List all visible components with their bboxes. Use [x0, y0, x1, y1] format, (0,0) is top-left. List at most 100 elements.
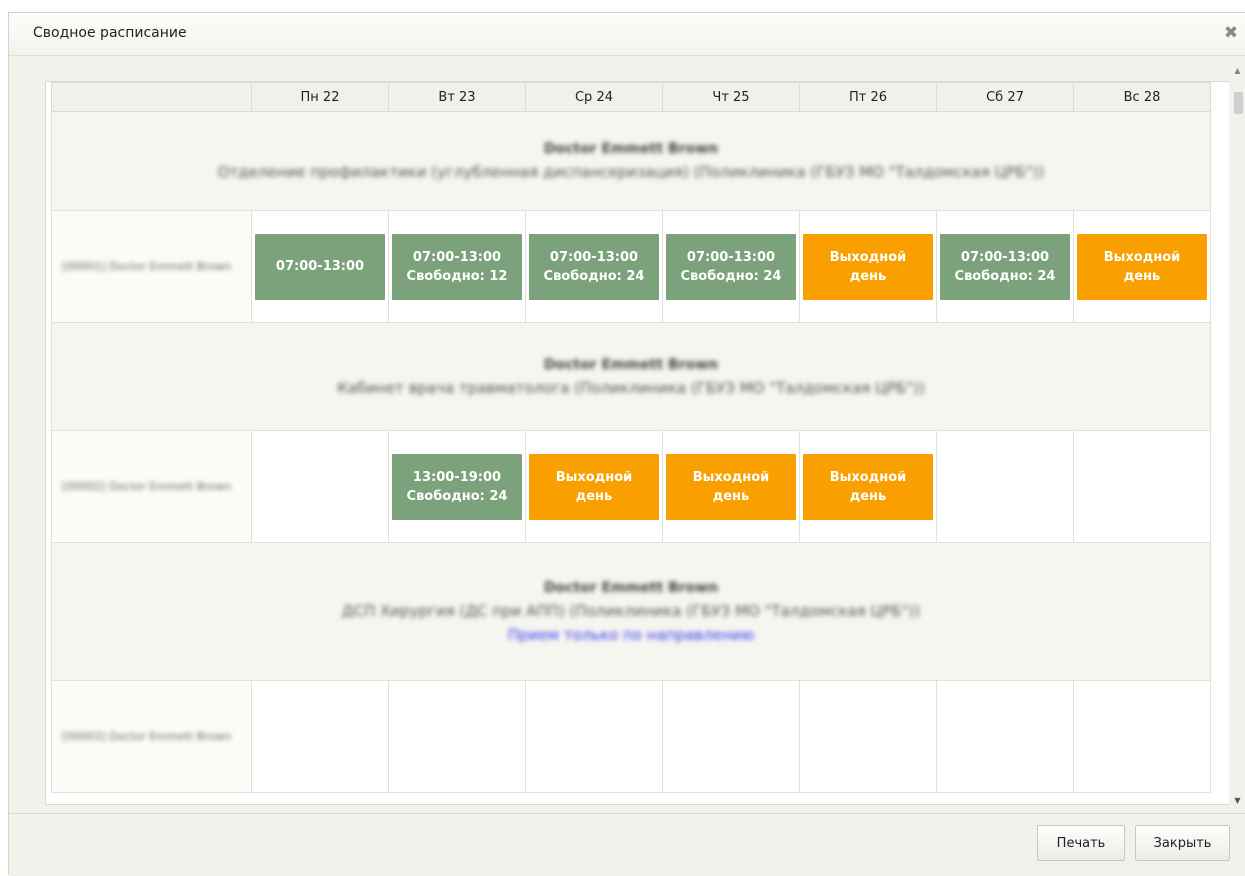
day-cell[interactable]: Выходной день	[525, 430, 663, 543]
doctor-header-row: Doctor Emmett Brown ДСП Хирургия (ДС при …	[51, 542, 1211, 681]
doctor-header-cell: Doctor Emmett Brown ДСП Хирургия (ДС при …	[51, 542, 1211, 681]
day-cell	[388, 680, 526, 793]
day-cell	[251, 430, 389, 543]
slot-line-1: Выходной	[829, 469, 907, 485]
day-cell[interactable]: 07:00-13:00 Свободно: 24	[936, 210, 1074, 323]
slot-line-1: 07:00-13:00	[686, 249, 776, 265]
schedule-row: [00001] Doctor Emmett Brown 07:00-13:00 07…	[51, 210, 1211, 323]
scroll-up-arrow-icon[interactable]: ▲	[1229, 66, 1245, 80]
doctor-name: Doctor Emmett Brown	[543, 356, 719, 373]
slot-line-2: Свободно: 24	[406, 488, 508, 504]
schedule-dialog: Сводное расписание ✖ Пн 22 Вт 23 Ср 24 Ч…	[8, 12, 1245, 876]
slot-line-1: Выходной	[1103, 249, 1181, 265]
slot-line-1: 13:00-19:00	[412, 469, 502, 485]
schedule-row: [00002] Doctor Emmett Brown 13:00-19:00 Св…	[51, 430, 1211, 543]
day-cell	[1073, 430, 1211, 543]
day-header: Вс 28	[1073, 82, 1211, 112]
day-off-block[interactable]: Выходной день	[803, 453, 933, 520]
day-cell	[799, 680, 937, 793]
free-slot-block[interactable]: 07:00-13:00 Свободно: 24	[529, 233, 659, 300]
day-header: Пт 26	[799, 82, 937, 112]
dialog-titlebar: Сводное расписание ✖	[9, 13, 1245, 56]
slot-line-1: 07:00-13:00	[960, 249, 1050, 265]
day-cell	[251, 680, 389, 793]
schedule-scroll-area[interactable]: Пн 22 Вт 23 Ср 24 Чт 25 Пт 26 Сб 27 Вс 2…	[45, 81, 1231, 805]
day-off-block[interactable]: Выходной день	[803, 233, 933, 300]
day-cell[interactable]: Выходной день	[662, 430, 800, 543]
scroll-down-arrow-icon[interactable]: ▼	[1229, 796, 1245, 810]
doctor-header-cell: Doctor Emmett Brown Кабинет врача травмат…	[51, 322, 1211, 431]
schedule-row: [00003] Doctor Emmett Brown	[51, 680, 1211, 793]
slot-line-1: Выходной	[692, 469, 770, 485]
department-name: Кабинет врача травматолога (Поликлиника …	[337, 378, 925, 397]
corner-header	[51, 82, 252, 112]
slot-line-2: день	[575, 488, 613, 504]
slot-line-1: Выходной	[555, 469, 633, 485]
slot-line-2: Свободно: 24	[680, 268, 782, 284]
free-slot-block[interactable]: 13:00-19:00 Свободно: 24	[392, 453, 522, 520]
print-button[interactable]: Печать	[1037, 825, 1125, 861]
resource-label-cell: [00002] Doctor Emmett Brown	[51, 430, 252, 543]
resource-label-cell: [00003] Doctor Emmett Brown	[51, 680, 252, 793]
doctor-header: Doctor Emmett Brown Отделение профилактик…	[52, 141, 1210, 181]
resource-label-cell: [00001] Doctor Emmett Brown	[51, 210, 252, 323]
resource-label: [00002] Doctor Emmett Brown	[62, 479, 232, 493]
free-slot-block[interactable]: 07:00-13:00 Свободно: 24	[666, 233, 796, 300]
day-header: Чт 25	[662, 82, 800, 112]
schedule-table: Пн 22 Вт 23 Ср 24 Чт 25 Пт 26 Сб 27 Вс 2…	[51, 82, 1211, 793]
dialog-body: Пн 22 Вт 23 Ср 24 Чт 25 Пт 26 Сб 27 Вс 2…	[9, 56, 1245, 813]
free-slot-block[interactable]: 07:00-13:00 Свободно: 24	[940, 233, 1070, 300]
doctor-header: Doctor Emmett Brown Кабинет врача травмат…	[52, 357, 1210, 397]
close-button[interactable]: Закрыть	[1135, 825, 1230, 861]
slot-line-1: 07:00-13:00	[549, 249, 639, 265]
day-cell	[662, 680, 800, 793]
day-cell[interactable]: 07:00-13:00 Свободно: 24	[662, 210, 800, 323]
day-header: Сб 27	[936, 82, 1074, 112]
dialog-footer: Печать Закрыть	[9, 813, 1245, 876]
department-name: ДСП Хирургия (ДС при АПП) (Поликлиника (…	[341, 601, 921, 620]
dialog-title: Сводное расписание	[33, 25, 187, 41]
free-slot-block[interactable]: 07:00-13:00	[255, 233, 385, 300]
doctor-header: Doctor Emmett Brown ДСП Хирургия (ДС при …	[52, 580, 1210, 644]
doctor-header-row: Doctor Emmett Brown Отделение профилактик…	[51, 111, 1211, 211]
day-header: Ср 24	[525, 82, 663, 112]
doctor-name: Doctor Emmett Brown	[543, 141, 719, 157]
day-cell[interactable]: 13:00-19:00 Свободно: 24	[388, 430, 526, 543]
doctor-name: Doctor Emmett Brown	[543, 579, 719, 596]
slot-line-2: день	[849, 268, 887, 284]
slot-line-2: Свободно: 12	[406, 268, 508, 284]
referral-note-link[interactable]: Прием только по направлению	[508, 626, 754, 644]
slot-line-2: день	[849, 488, 887, 504]
day-header-row: Пн 22 Вт 23 Ср 24 Чт 25 Пт 26 Сб 27 Вс 2…	[51, 82, 1211, 112]
slot-line-1: Выходной	[829, 249, 907, 265]
day-cell[interactable]: Выходной день	[799, 210, 937, 323]
resource-label: [00001] Doctor Emmett Brown	[62, 259, 232, 273]
slot-line-2: Свободно: 24	[543, 268, 645, 284]
day-cell[interactable]: 07:00-13:00 Свободно: 24	[525, 210, 663, 323]
day-off-block[interactable]: Выходной день	[666, 453, 796, 520]
day-cell[interactable]: 07:00-13:00 Свободно: 12	[388, 210, 526, 323]
day-header: Пн 22	[251, 82, 389, 112]
day-cell	[525, 680, 663, 793]
slot-line-2: день	[1123, 268, 1161, 284]
day-cell	[1073, 680, 1211, 793]
slot-line-1: 07:00-13:00	[275, 259, 365, 274]
scroll-thumb[interactable]	[1234, 92, 1243, 114]
slot-line-1: 07:00-13:00	[412, 249, 502, 265]
slot-line-2: день	[712, 488, 750, 504]
doctor-header-row: Doctor Emmett Brown Кабинет врача травмат…	[51, 322, 1211, 431]
day-cell	[936, 430, 1074, 543]
day-cell[interactable]: Выходной день	[799, 430, 937, 543]
doctor-header-cell: Doctor Emmett Brown Отделение профилактик…	[51, 111, 1211, 211]
close-icon[interactable]: ✖	[1222, 23, 1240, 43]
free-slot-block[interactable]: 07:00-13:00 Свободно: 12	[392, 233, 522, 300]
day-off-block[interactable]: Выходной день	[1077, 233, 1207, 300]
day-cell[interactable]: Выходной день	[1073, 210, 1211, 323]
vertical-scrollbar[interactable]: ▲ ▼	[1229, 64, 1245, 812]
department-name: Отделение профилактики (углубленная дисп…	[217, 163, 1045, 181]
resource-label: [00003] Doctor Emmett Brown	[62, 729, 232, 743]
day-cell[interactable]: 07:00-13:00	[251, 210, 389, 323]
slot-line-2: Свободно: 24	[954, 268, 1056, 284]
day-off-block[interactable]: Выходной день	[529, 453, 659, 520]
day-cell	[936, 680, 1074, 793]
